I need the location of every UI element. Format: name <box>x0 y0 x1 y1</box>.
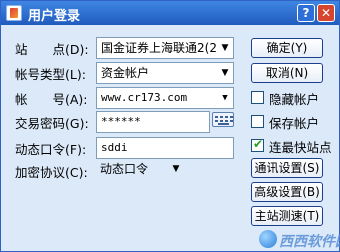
account-value: www.cr173.com <box>101 91 188 104</box>
hide-account-label: 隐藏帐户 <box>269 92 320 107</box>
account-label: 帐 号(A): <box>15 92 88 107</box>
help-button[interactable]: ? <box>297 4 315 22</box>
save-account-checkbox[interactable] <box>251 115 264 128</box>
chevron-down-icon: ▼ <box>222 93 228 103</box>
login-window: 用户登录 ? ✕ 站 点(D): 国金证券上海联通2(2 ▼ 帐号类型(L): … <box>0 0 340 252</box>
password-value: ****** <box>101 115 141 128</box>
dynamic-code-value: sddi <box>101 141 128 154</box>
account-type-label: 帐号类型(L): <box>15 67 86 82</box>
site-speed-test-button[interactable]: 主站测速(T) <box>251 206 323 226</box>
account-input[interactable]: www.cr173.com ▼ <box>96 87 234 109</box>
save-account-label: 保存帐户 <box>269 116 320 131</box>
site-label: 站 点(D): <box>15 42 89 57</box>
watermark-logo: 西西软件园 <box>259 229 340 251</box>
watermark-icon <box>259 230 277 248</box>
encryption-label: 加密协议(C): <box>15 165 88 180</box>
close-button[interactable]: ✕ <box>317 4 335 22</box>
encryption-select[interactable]: 动态口令 ▼ <box>96 159 184 181</box>
chevron-down-icon: ▼ <box>221 68 229 78</box>
app-icon <box>6 5 22 21</box>
site-select[interactable]: 国金证券上海联通2(2 ▼ <box>96 37 234 59</box>
dynamic-code-input[interactable]: sddi <box>96 137 234 159</box>
advanced-settings-button[interactable]: 高级设置(B) <box>251 182 323 202</box>
password-input[interactable]: ****** <box>96 111 210 133</box>
title-bar[interactable]: 用户登录 ? ✕ <box>1 1 339 25</box>
fastest-site-label: 连最快站点 <box>269 140 332 155</box>
watermark-text: 西西软件园 <box>279 234 340 250</box>
encryption-value: 动态口令 <box>100 162 149 176</box>
chevron-down-icon: ▼ <box>221 43 229 53</box>
chevron-down-icon: ▼ <box>172 164 180 174</box>
keyboard-icon[interactable] <box>212 112 234 127</box>
check-icon: ✔ <box>253 137 264 151</box>
comm-settings-button[interactable]: 通讯设置(S) <box>251 158 323 178</box>
site-value: 国金证券上海联通2(2 <box>101 41 217 55</box>
confirm-button[interactable]: 确定(Y) <box>251 38 323 58</box>
password-label: 交易密码(G): <box>15 116 89 131</box>
fastest-site-checkbox[interactable]: ✔ <box>251 137 264 152</box>
cancel-button[interactable]: 取消(N) <box>251 63 323 83</box>
account-type-value: 资金帐户 <box>101 66 150 80</box>
account-type-select[interactable]: 资金帐户 ▼ <box>96 62 234 84</box>
hide-account-checkbox[interactable] <box>251 91 264 104</box>
dynamic-code-label: 动态口令(F): <box>15 142 87 157</box>
window-title: 用户登录 <box>28 9 81 24</box>
